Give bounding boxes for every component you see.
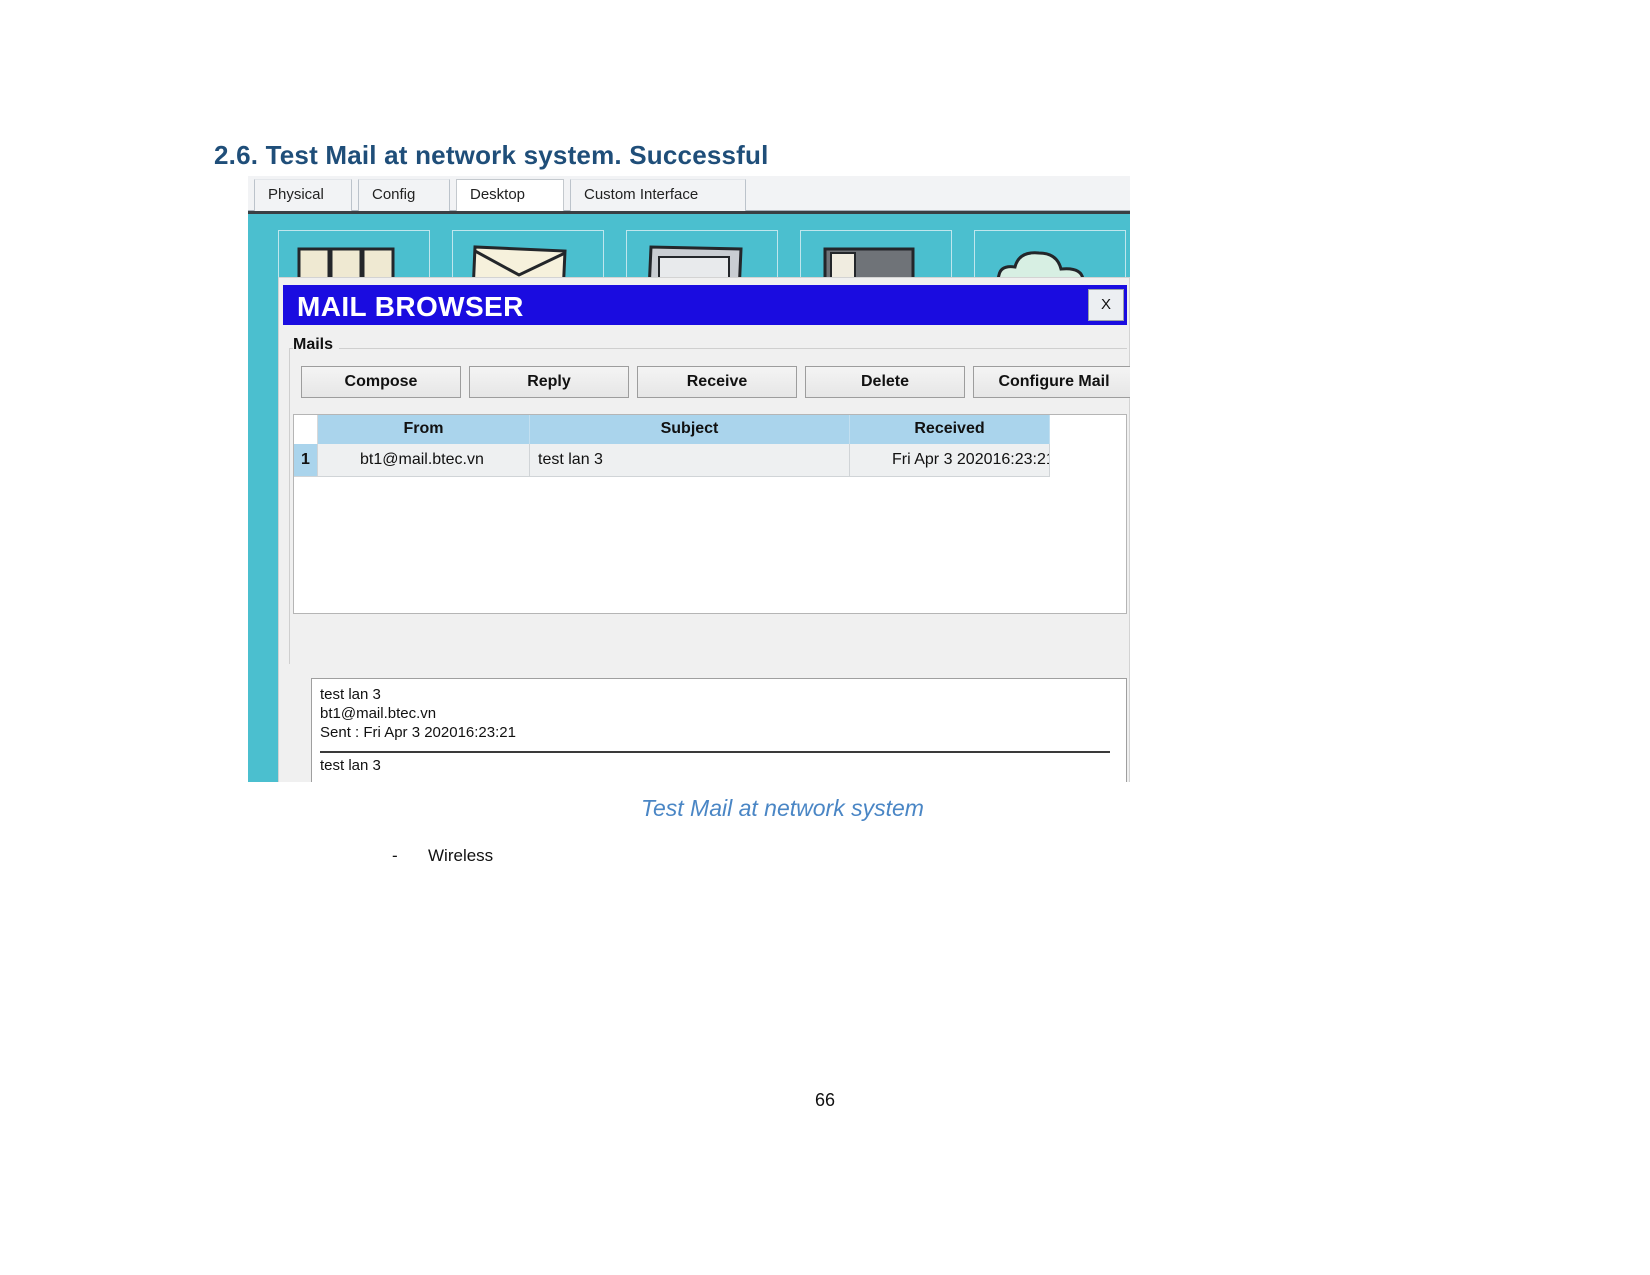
message-body-text: test lan 3 <box>320 757 381 774</box>
reply-button[interactable]: Reply <box>469 366 629 398</box>
message-sender-line: bt1@mail.btec.vn <box>320 705 437 722</box>
close-icon[interactable]: X <box>1088 289 1124 321</box>
cell-received: Fri Apr 3 202016:23:21 <box>850 444 1050 477</box>
column-header-received[interactable]: Received <box>850 415 1050 444</box>
desktop-background: MAIL BROWSER X Mails Compose Reply Recei… <box>248 211 1130 782</box>
message-divider <box>320 751 1110 753</box>
figure-caption-text: Test Mail at network system <box>641 795 924 821</box>
message-sent-line: Sent : Fri Apr 3 202016:23:21 <box>320 724 516 741</box>
cell-subject: test lan 3 <box>530 444 850 477</box>
tab-custom-interface[interactable]: Custom Interface <box>570 179 746 211</box>
column-header-from[interactable]: From <box>318 415 530 444</box>
mails-group: Mails Compose Reply Receive Delete Confi… <box>289 336 1130 664</box>
group-border-left <box>289 348 290 664</box>
device-tabstrip: Physical Config Desktop Custom Interface <box>248 176 1130 212</box>
receive-button[interactable]: Receive <box>637 366 797 398</box>
mail-browser-titlebar: MAIL BROWSER X <box>283 285 1127 325</box>
list-item-marker: - <box>392 846 398 865</box>
table-row[interactable]: 1 bt1@mail.btec.vn test lan 3 Fri Apr 3 … <box>294 444 1126 477</box>
mail-toolbar: Compose Reply Receive Delete Configure M… <box>293 366 1130 398</box>
cell-index: 1 <box>294 444 318 477</box>
cell-from: bt1@mail.btec.vn <box>318 444 530 477</box>
delete-button[interactable]: Delete <box>805 366 965 398</box>
tab-desktop[interactable]: Desktop <box>456 179 564 212</box>
mail-table-header-row: From Subject Received <box>294 415 1126 444</box>
list-item-label: Wireless <box>428 846 494 865</box>
figure-caption: Test Mail at network system <box>0 795 1650 822</box>
page-title: 2.6. Test Mail at network system. Succes… <box>214 140 769 170</box>
compose-button[interactable]: Compose <box>301 366 461 398</box>
column-header-subject[interactable]: Subject <box>530 415 850 444</box>
mail-browser-title: MAIL BROWSER <box>297 291 524 322</box>
tab-config[interactable]: Config <box>358 179 450 211</box>
message-preview-panel[interactable]: test lan 3 bt1@mail.btec.vn Sent : Fri A… <box>311 678 1127 782</box>
tab-physical[interactable]: Physical <box>254 179 352 211</box>
configure-mail-button[interactable]: Configure Mail <box>973 366 1130 398</box>
mail-list-table[interactable]: From Subject Received 1 bt1@mail.btec.vn… <box>293 414 1127 614</box>
page-number: 66 <box>814 1090 836 1110</box>
screenshot-figure: Physical Config Desktop Custom Interface <box>248 176 1130 782</box>
group-border-top <box>289 348 1127 349</box>
mail-browser-window: MAIL BROWSER X Mails Compose Reply Recei… <box>278 277 1130 782</box>
message-subject-line: test lan 3 <box>320 686 381 703</box>
mails-group-label: Mails <box>293 336 340 354</box>
column-header-index[interactable] <box>294 415 318 444</box>
